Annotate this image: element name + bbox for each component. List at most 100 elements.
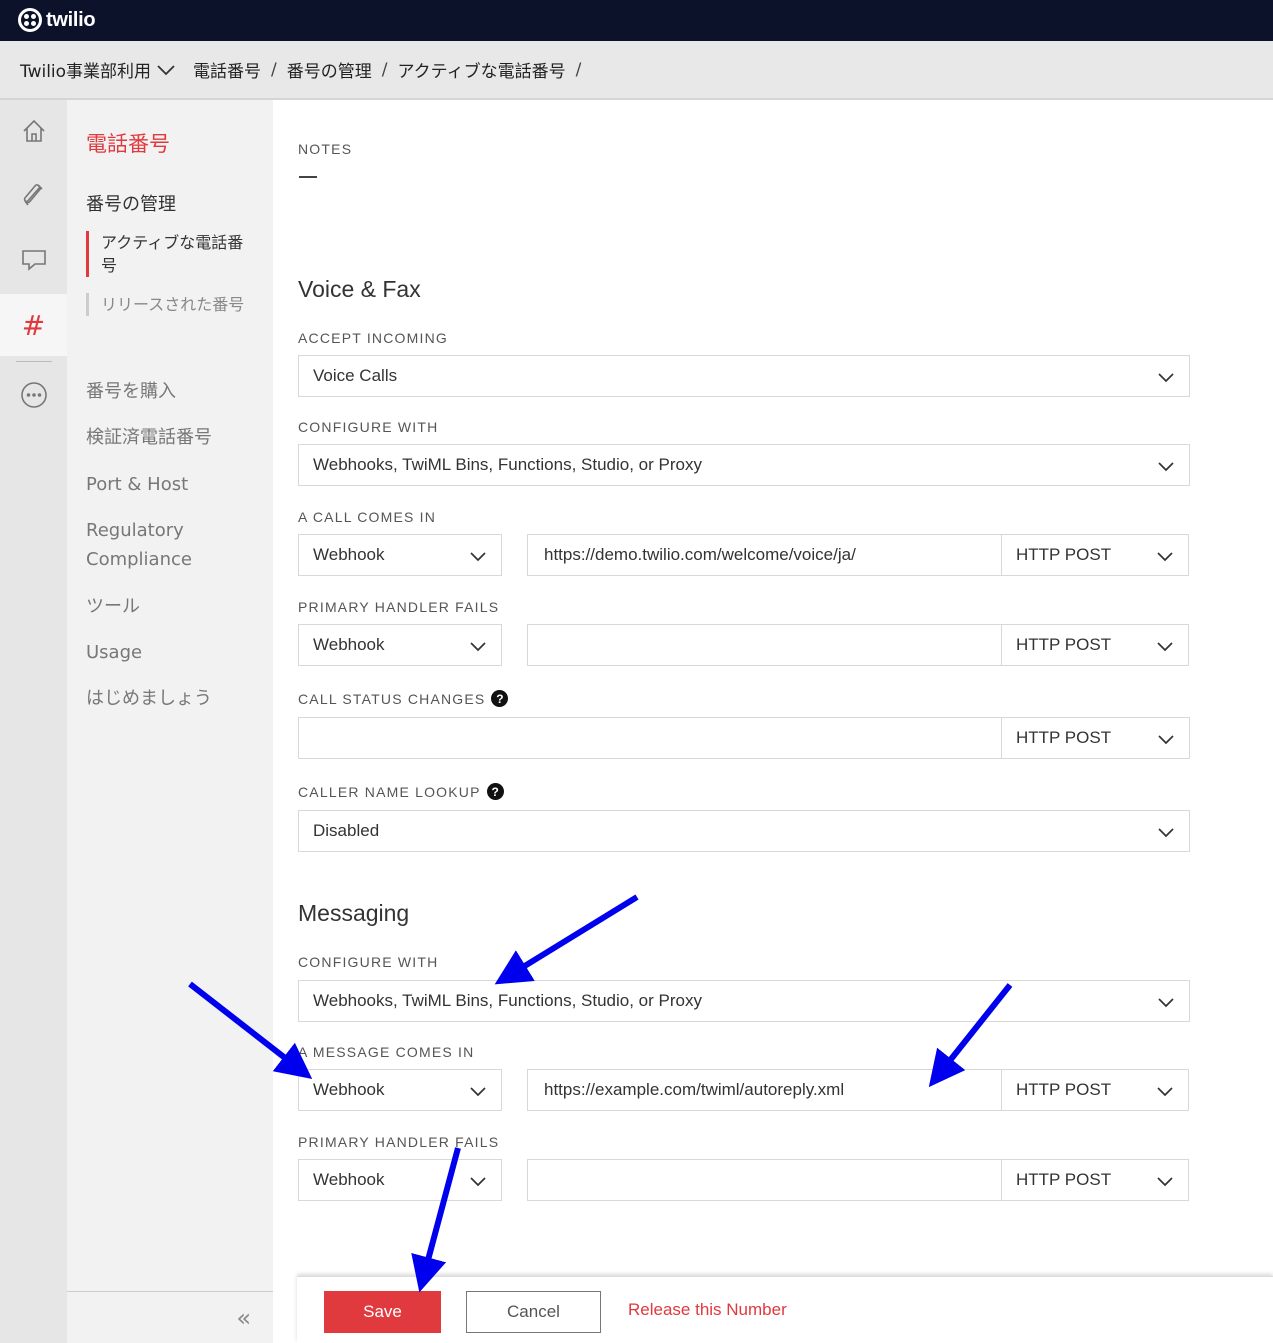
- message-comes-in-label: A MESSAGE COMES IN: [298, 1044, 475, 1060]
- chevron-down-icon: [1157, 1177, 1173, 1187]
- voice-fallback-method-value: HTTP POST: [1016, 635, 1112, 654]
- help-icon[interactable]: ?: [491, 690, 509, 707]
- messaging-fallback-method-value: HTTP POST: [1016, 1170, 1112, 1189]
- nav-item-tools[interactable]: ツール: [86, 592, 256, 621]
- message-comes-in-url-input[interactable]: https://example.com/twiml/autoreply.xml: [527, 1069, 1002, 1111]
- help-icon[interactable]: ?: [486, 783, 504, 800]
- call-status-method-value: HTTP POST: [1016, 728, 1112, 747]
- rail-divider: [16, 361, 52, 362]
- nav-item-regulatory-compliance[interactable]: Regulatory Compliance: [86, 516, 256, 574]
- home-icon: [22, 119, 45, 142]
- rail-home[interactable]: [0, 100, 67, 162]
- messaging-configure-with-select[interactable]: Webhooks, TwiML Bins, Functions, Studio,…: [298, 980, 1190, 1022]
- messaging-fallback-url-input[interactable]: [527, 1159, 1002, 1201]
- notes-empty-dash: [299, 176, 317, 178]
- nav-title[interactable]: 電話番号: [86, 128, 170, 158]
- action-bar: Save Cancel Release this Number: [297, 1276, 1273, 1343]
- call-status-method-select[interactable]: HTTP POST: [1001, 717, 1190, 759]
- nav-section-manage-numbers[interactable]: 番号の管理: [86, 190, 176, 216]
- account-switcher[interactable]: Twilio事業部利用: [20, 57, 175, 82]
- voice-section-title: Voice & Fax: [298, 276, 421, 302]
- messaging-fallback-method-select[interactable]: HTTP POST: [1001, 1159, 1189, 1201]
- nav-item-getting-started[interactable]: はじめましょう: [86, 684, 256, 713]
- release-number-link[interactable]: Release this Number: [628, 1300, 787, 1320]
- call-comes-in-url-input[interactable]: https://demo.twilio.com/welcome/voice/ja…: [527, 534, 1002, 576]
- call-comes-in-type-select[interactable]: Webhook: [298, 534, 502, 576]
- breadcrumb-item-phone-numbers[interactable]: 電話番号: [193, 57, 261, 82]
- chevron-down-icon: [470, 1177, 486, 1187]
- sidebar-footer: «: [67, 1291, 273, 1343]
- top-bar: twilio: [0, 0, 1273, 41]
- breadcrumb-separator: /: [575, 59, 582, 80]
- voice-configure-with-value: Webhooks, TwiML Bins, Functions, Studio,…: [313, 455, 702, 474]
- hash-icon: #: [21, 308, 46, 342]
- voice-configure-with-label: CONFIGURE WITH: [298, 419, 439, 435]
- save-button[interactable]: Save: [324, 1291, 441, 1333]
- more-icon: [20, 382, 47, 408]
- accept-incoming-select[interactable]: Voice Calls: [298, 355, 1190, 397]
- chevron-down-icon: [1157, 1087, 1173, 1097]
- chevron-down-icon: [1158, 462, 1174, 472]
- caller-name-lookup-label: CALLER NAME LOOKUP ?: [298, 783, 504, 800]
- nav-item-port-host[interactable]: Port & Host: [86, 470, 256, 499]
- notes-label: NOTES: [298, 141, 353, 157]
- chevron-down-icon: [470, 1087, 486, 1097]
- nav-item-released-numbers[interactable]: リリースされた番号: [86, 293, 246, 316]
- voice-fallback-type-select[interactable]: Webhook: [298, 624, 502, 666]
- chevron-down-icon: [157, 64, 175, 75]
- accept-incoming-value: Voice Calls: [313, 366, 398, 385]
- message-comes-in-url-value: https://example.com/twiml/autoreply.xml: [544, 1080, 845, 1099]
- voice-fallback-method-select[interactable]: HTTP POST: [1001, 624, 1189, 666]
- messaging-fallback-type-select[interactable]: Webhook: [298, 1159, 502, 1201]
- chevron-down-icon: [1158, 373, 1174, 383]
- voice-fallback-type-value: Webhook: [313, 635, 385, 654]
- voice-primary-handler-fails-label: PRIMARY HANDLER FAILS: [298, 599, 500, 615]
- call-comes-in-method-value: HTTP POST: [1016, 545, 1112, 564]
- twilio-logo[interactable]: twilio: [18, 7, 96, 33]
- message-comes-in-type-select[interactable]: Webhook: [298, 1069, 502, 1111]
- chat-icon: [21, 250, 46, 271]
- rail-voice[interactable]: [0, 164, 67, 226]
- account-name: Twilio事業部利用: [20, 62, 152, 82]
- call-status-url-input[interactable]: [298, 717, 1003, 759]
- chevron-down-icon: [470, 642, 486, 652]
- voice-configure-with-select[interactable]: Webhooks, TwiML Bins, Functions, Studio,…: [298, 444, 1190, 486]
- voice-fallback-url-input[interactable]: [527, 624, 1002, 666]
- rail-messaging[interactable]: [0, 228, 67, 290]
- accept-incoming-label: ACCEPT INCOMING: [298, 330, 448, 346]
- breadcrumb-item-manage-numbers[interactable]: 番号の管理: [287, 57, 372, 82]
- chevron-down-icon: [1158, 735, 1174, 745]
- chevron-down-icon: [1157, 642, 1173, 652]
- rail-more[interactable]: [0, 364, 67, 426]
- breadcrumb-item-active-numbers[interactable]: アクティブな電話番号: [398, 57, 566, 82]
- icon-rail: #: [0, 100, 67, 1343]
- call-status-changes-text: CALL STATUS CHANGES: [298, 690, 486, 707]
- nav-item-buy-number[interactable]: 番号を購入: [86, 377, 256, 406]
- breadcrumb-separator: /: [381, 59, 388, 80]
- call-comes-in-type-value: Webhook: [313, 545, 385, 564]
- chevron-down-icon: [1158, 998, 1174, 1008]
- breadcrumb-separator: /: [271, 59, 277, 80]
- collapse-sidebar-icon[interactable]: «: [236, 1304, 251, 1332]
- cancel-button[interactable]: Cancel: [466, 1291, 601, 1333]
- nav-item-active-numbers[interactable]: アクティブな電話番号: [86, 231, 246, 277]
- nav-item-usage[interactable]: Usage: [86, 638, 256, 667]
- nav-item-verified-numbers[interactable]: 検証済電話番号: [86, 423, 256, 452]
- twilio-logo-icon: [18, 8, 42, 32]
- main-content: NOTES Voice & Fax ACCEPT INCOMING Voice …: [273, 100, 1273, 1343]
- call-comes-in-label: A CALL COMES IN: [298, 509, 437, 525]
- messaging-primary-handler-fails-label: PRIMARY HANDLER FAILS: [298, 1134, 500, 1150]
- call-comes-in-method-select[interactable]: HTTP POST: [1001, 534, 1189, 576]
- call-comes-in-url-value: https://demo.twilio.com/welcome/voice/ja…: [544, 545, 856, 564]
- caller-name-lookup-text: CALLER NAME LOOKUP: [298, 783, 481, 800]
- message-comes-in-type-value: Webhook: [313, 1080, 385, 1099]
- caller-name-lookup-value: Disabled: [313, 821, 380, 840]
- sidebar-nav: 電話番号 番号の管理 アクティブな電話番号 リリースされた番号 番号を購入 検証…: [67, 100, 273, 1343]
- rail-phone-numbers[interactable]: #: [0, 294, 67, 356]
- chevron-down-icon: [1157, 552, 1173, 562]
- message-comes-in-method-select[interactable]: HTTP POST: [1001, 1069, 1189, 1111]
- chevron-down-icon: [1158, 828, 1174, 838]
- caller-name-lookup-select[interactable]: Disabled: [298, 810, 1190, 852]
- messaging-fallback-type-value: Webhook: [313, 1170, 385, 1189]
- message-comes-in-method-value: HTTP POST: [1016, 1080, 1112, 1099]
